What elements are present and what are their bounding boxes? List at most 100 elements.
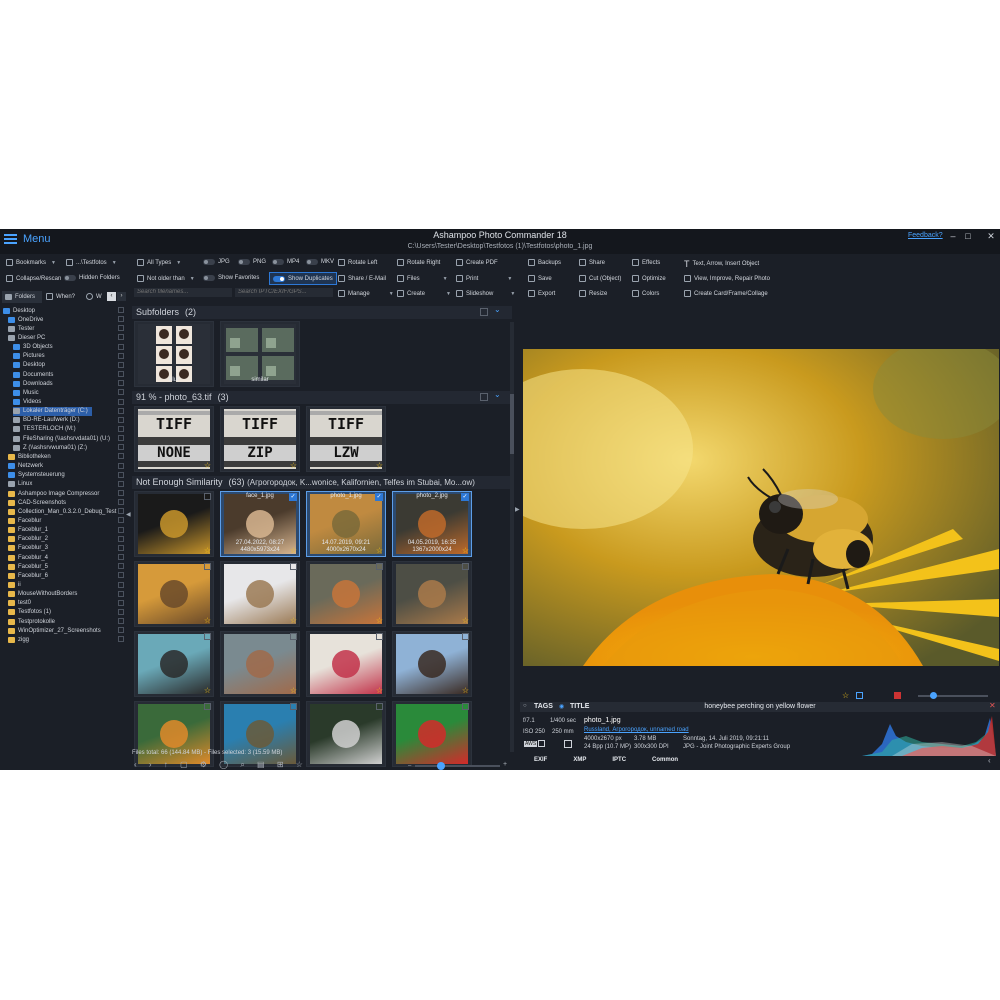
tree-item-checkbox[interactable] [118, 352, 124, 359]
favorite-star-icon[interactable]: ☆ [204, 461, 211, 470]
tree-item-checkbox[interactable] [118, 307, 124, 313]
effects-button[interactable]: Effects [632, 259, 660, 266]
tree-item-checkbox[interactable] [118, 425, 124, 432]
mp4-toggle[interactable]: MP4 [272, 259, 299, 265]
tree-item[interactable]: Videos [13, 398, 41, 407]
favorites-toggle[interactable]: Show Favorites [203, 275, 259, 281]
photo-thumbnail[interactable]: ☆ [134, 491, 214, 557]
favorite-star-icon[interactable]: ☆ [462, 546, 469, 555]
tree-item-checkbox[interactable] [118, 343, 124, 350]
duplicates-toggle[interactable]: Show Duplicates [269, 272, 337, 285]
close-button[interactable]: ✕ [985, 230, 997, 242]
photo-thumbnail[interactable]: photo_1.jpg 14.07.2019, 09:21 4000x2670x24… [306, 491, 386, 557]
chevron-down-icon[interactable]: ⌄ [494, 390, 501, 399]
tree-item-checkbox[interactable] [118, 508, 124, 515]
tree-item-checkbox[interactable] [118, 608, 124, 615]
tab-when[interactable]: When? [46, 293, 75, 300]
favorite-star-icon[interactable]: ☆ [462, 686, 469, 695]
location-link[interactable]: Russland, Агрогородок, unnamed road [584, 727, 689, 733]
bookmarks-button[interactable]: Bookmarks ▼ [6, 259, 56, 266]
tree-item[interactable]: Testprotokolle [8, 617, 55, 626]
tree-item-checkbox[interactable] [118, 407, 124, 414]
tree-item-checkbox[interactable] [118, 636, 124, 643]
filename-search-input[interactable] [134, 288, 232, 297]
tree-item-checkbox[interactable] [118, 334, 124, 341]
tree-item-checkbox[interactable] [118, 490, 124, 496]
photo-thumbnail[interactable]: ☆ [134, 631, 214, 697]
view-improve-button[interactable]: View, Improve, Repair Photo [684, 275, 770, 282]
tree-item[interactable]: Desktop [13, 361, 45, 370]
tree-item-checkbox[interactable] [118, 453, 124, 460]
select-checkbox[interactable] [462, 633, 469, 640]
zoom-slider[interactable] [415, 765, 500, 767]
tree-item-checkbox[interactable] [118, 316, 124, 323]
select-checkbox[interactable] [462, 703, 469, 710]
zoom-out-icon[interactable]: – [408, 763, 411, 769]
optimize-button[interactable]: Optimize [632, 275, 666, 282]
favorite-star-icon[interactable]: ☆ [462, 616, 469, 625]
close-icon[interactable]: ✕ [989, 701, 996, 710]
tree-item[interactable]: TESTERLOCH (M:) [13, 425, 76, 434]
favorite-star-icon[interactable]: ☆ [376, 616, 383, 625]
tree-item-checkbox[interactable] [118, 499, 124, 506]
minimize-button[interactable]: – [947, 230, 959, 242]
color-label-icon[interactable] [894, 692, 901, 699]
title-toggle-icon[interactable]: ◉ [559, 703, 564, 710]
photo-thumbnail[interactable] [220, 701, 300, 767]
tab-xmp[interactable]: XMP [573, 757, 586, 763]
slideshow-menu[interactable]: Slideshow ▼ [456, 290, 515, 297]
tree-item[interactable]: Bibliotheken [8, 452, 51, 461]
tree-item-checkbox[interactable] [118, 416, 124, 423]
section-checkbox[interactable] [480, 308, 488, 316]
tree-item[interactable]: test0 [8, 599, 31, 608]
tree-item[interactable]: Dieser PC [8, 333, 45, 342]
tree-item[interactable]: Documents [13, 370, 53, 379]
tree-item[interactable]: Linux [8, 480, 32, 489]
tree-item[interactable]: Pictures [13, 352, 45, 361]
tree-item[interactable]: Z (\\ashsrvwuma01) (Z:) [13, 443, 87, 452]
photo-thumbnail[interactable]: face_1.jpg 27.04.2022, 08:27 4480x5973x24 ✓… [220, 491, 300, 557]
tags-label[interactable]: TAGS [534, 703, 553, 710]
favorite-star-icon[interactable]: ☆ [290, 616, 297, 625]
scroll-right-button[interactable]: › [117, 292, 126, 301]
create-card-button[interactable]: Create Card/Frame/Collage [684, 290, 768, 297]
tree-item-checkbox[interactable] [118, 590, 124, 597]
select-checkbox[interactable] [204, 633, 211, 640]
tree-item[interactable]: Testfotos (1) [8, 608, 51, 617]
rotate-left-button[interactable]: Rotate Left [338, 259, 377, 266]
checkmark-icon[interactable]: ✓ [375, 493, 383, 501]
photo-thumbnail[interactable]: ☆ [392, 631, 472, 697]
select-checkbox[interactable] [462, 563, 469, 570]
share-button[interactable]: Share [579, 259, 605, 266]
create-menu[interactable]: Create ▼ [397, 290, 451, 297]
tree-item-checkbox[interactable] [118, 398, 124, 405]
photo-thumbnail[interactable]: photo_2.jpg 04.05.2019, 16:35 1367x2000x24… [392, 491, 472, 557]
maximize-button[interactable]: □ [962, 230, 974, 242]
tree-item-checkbox[interactable] [118, 554, 124, 561]
tree-item-checkbox[interactable] [118, 435, 124, 442]
tree-item[interactable]: Faceblur_5 [8, 562, 48, 571]
tree-item-checkbox[interactable] [118, 371, 124, 378]
tree-item[interactable]: Desktop [3, 306, 35, 315]
resize-button[interactable]: Resize [579, 290, 607, 297]
tree-item[interactable]: FileSharing (\\ashsrvdata01) (U:) [13, 434, 110, 443]
checkmark-icon[interactable]: ✓ [461, 493, 469, 501]
collapse-rescan-button[interactable]: Collapse/Rescan [6, 275, 61, 282]
tree-item[interactable]: Faceblur [8, 516, 41, 525]
photo-thumbnail[interactable]: ☆ [306, 561, 386, 627]
tree-item-checkbox[interactable] [118, 599, 124, 606]
tree-item[interactable]: Ashampoo Image Compressor [8, 489, 99, 498]
scroll-left-button[interactable]: ‹ [107, 292, 116, 301]
hidden-folders-toggle[interactable]: Hidden Folders [64, 275, 120, 281]
favorite-star-icon[interactable]: ☆ [376, 461, 383, 470]
frame-icon[interactable] [856, 692, 863, 699]
tree-item-checkbox[interactable] [118, 517, 124, 524]
chevron-left-icon[interactable]: ‹ [988, 756, 991, 765]
cut-object-button[interactable]: Cut (Object) [579, 275, 621, 282]
select-checkbox[interactable] [290, 703, 297, 710]
mkv-toggle[interactable]: MKV [306, 259, 334, 265]
tree-item[interactable]: Tester [8, 324, 34, 333]
tab-iptc[interactable]: IPTC [612, 757, 626, 763]
favorite-star-icon[interactable]: ☆ [290, 686, 297, 695]
select-checkbox[interactable] [204, 703, 211, 710]
